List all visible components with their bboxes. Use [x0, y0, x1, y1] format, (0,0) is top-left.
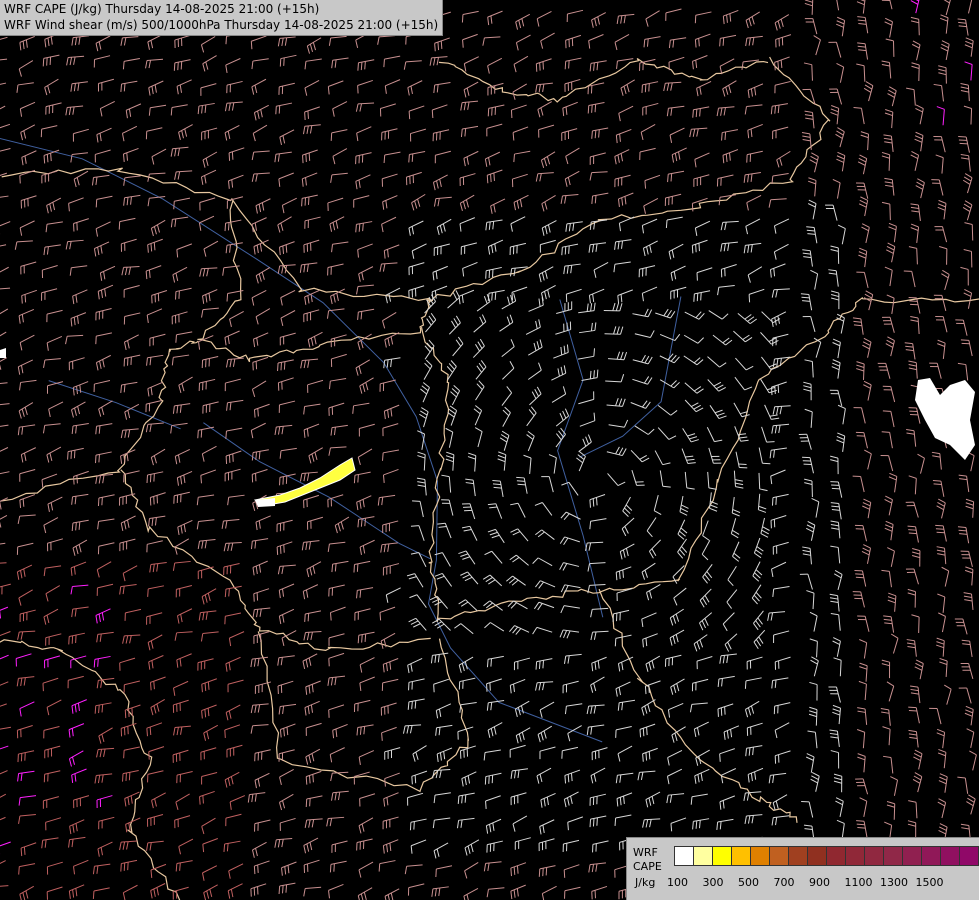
legend-swatch	[693, 846, 713, 866]
legend-tick-label: 1500	[915, 876, 944, 889]
legend-tick-label: 100	[667, 876, 688, 889]
legend-swatch	[788, 846, 808, 866]
legend-swatch	[959, 846, 979, 866]
legend-swatch	[845, 846, 865, 866]
legend-tick-label: 1300	[880, 876, 908, 889]
legend-tick-label: 900	[809, 876, 830, 889]
legend-swatch	[674, 846, 694, 866]
legend-swatch	[940, 846, 960, 866]
legend-swatch	[902, 846, 922, 866]
legend-swatch	[750, 846, 770, 866]
legend-swatch	[883, 846, 903, 866]
legend-swatch	[712, 846, 732, 866]
map-title-box: WRF CAPE (J/kg) Thursday 14-08-2025 21:0…	[0, 0, 444, 36]
legend-label-wrf: WRF	[633, 846, 658, 859]
legend-tick-label: 700	[773, 876, 795, 889]
legend-swatch	[826, 846, 846, 866]
legend-swatch	[731, 846, 751, 866]
weather-map	[0, 0, 979, 900]
legend-tick-label: 500	[738, 876, 759, 889]
legend-swatch	[807, 846, 827, 866]
legend-swatch	[769, 846, 789, 866]
legend-tick-label: 300	[702, 876, 724, 889]
legend-swatches	[674, 846, 979, 866]
legend-swatch	[864, 846, 884, 866]
legend-label-cape: CAPE	[633, 860, 662, 873]
legend-swatch	[921, 846, 941, 866]
legend-tick-label: 1100	[844, 876, 873, 889]
title-cape: WRF CAPE (J/kg) Thursday 14-08-2025 21:0…	[4, 2, 320, 16]
cape-legend: WRF CAPE J/kg 100 300 500 700 900 1100 1300 150…	[626, 837, 979, 900]
legend-label-unit: J/kg	[635, 876, 656, 889]
title-wind-shear: WRF Wind shear (m/s) 500/1000hPa Thursda…	[4, 18, 439, 32]
